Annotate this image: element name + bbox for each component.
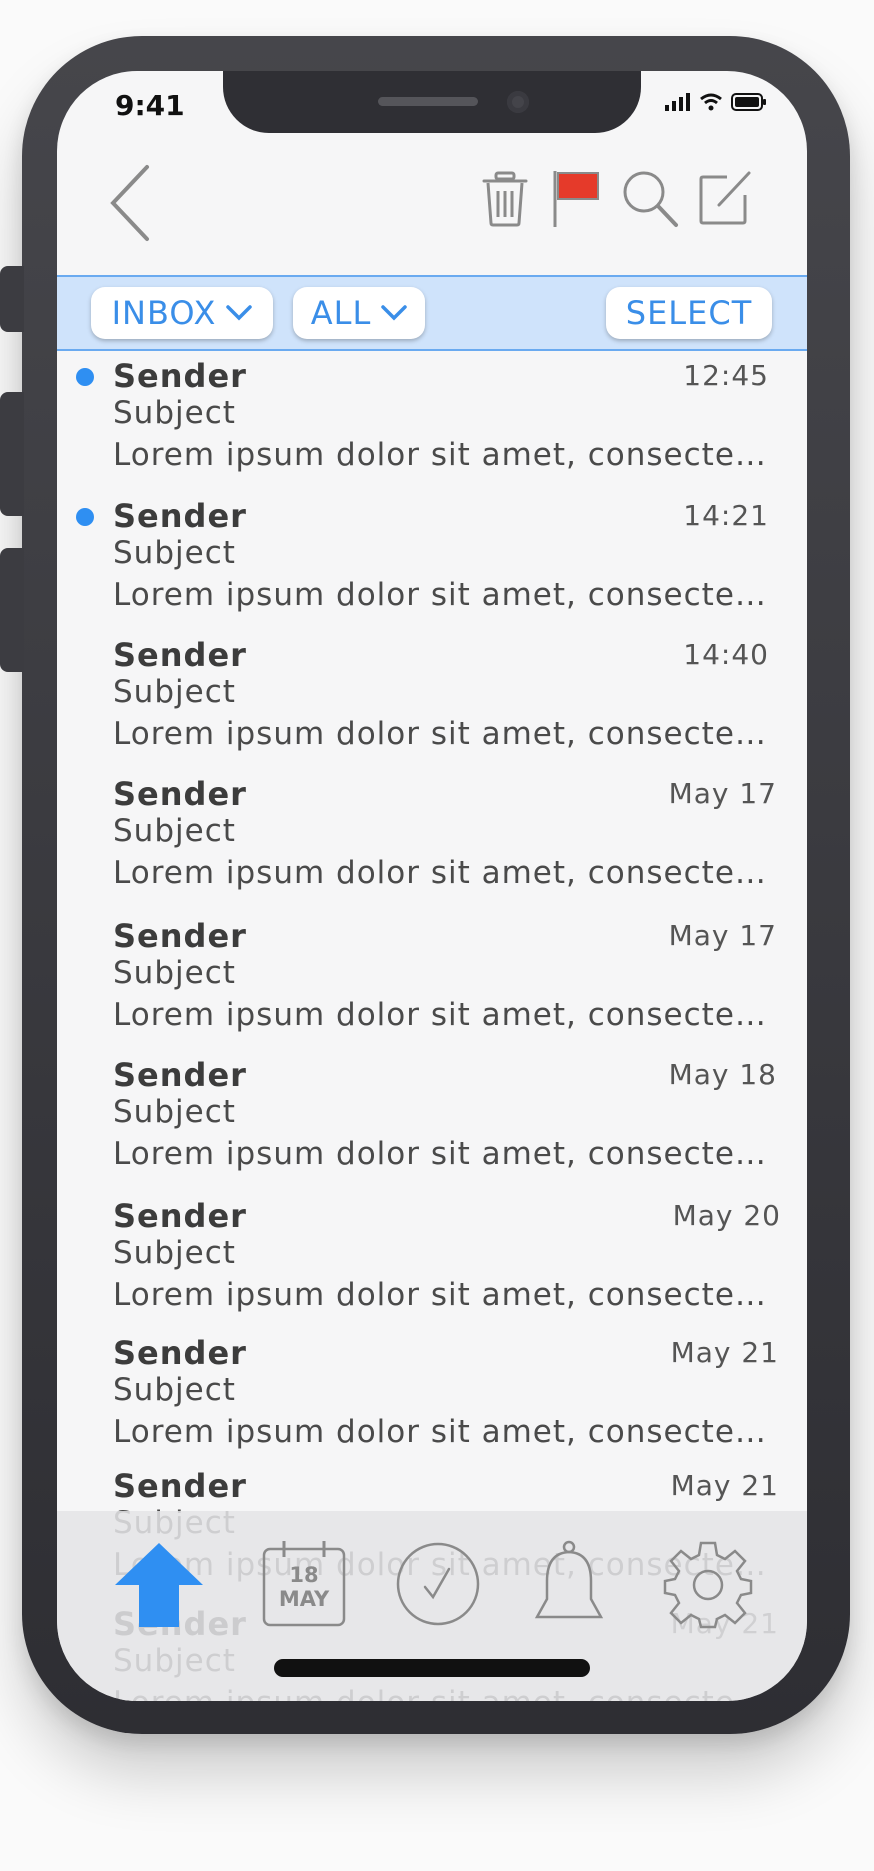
gear-icon[interactable] xyxy=(663,1539,753,1629)
email-time: May 17 xyxy=(668,919,777,952)
email-subject: Subject xyxy=(113,1372,236,1408)
email-subject: Subject xyxy=(113,1235,236,1271)
email-preview: Lorem ipsum dolor sit amet, consectetur xyxy=(113,1277,773,1313)
all-label: ALL xyxy=(310,294,372,332)
select-label: SELECT xyxy=(625,294,753,332)
notch xyxy=(223,71,641,133)
volume-up-button xyxy=(0,392,24,516)
email-subject: Subject xyxy=(113,674,236,710)
email-sender: Sender xyxy=(113,357,247,395)
email-sender: Sender xyxy=(113,775,247,813)
email-row[interactable]: SenderSubject Lorem ipsum dolor sit amet,… xyxy=(57,628,807,767)
email-time: May 17 xyxy=(668,777,777,810)
email-subject: Subject xyxy=(113,813,236,849)
email-sender: Sender xyxy=(113,1334,247,1372)
email-subject: Subject xyxy=(113,955,236,991)
trash-icon[interactable] xyxy=(482,171,528,227)
all-dropdown[interactable]: ALL xyxy=(293,287,425,339)
calendar-icon[interactable]: 18 MAY xyxy=(262,1541,346,1627)
email-row[interactable]: SenderSubject Lorem ipsum dolor sit amet,… xyxy=(57,1326,807,1465)
email-preview: Lorem ipsum dolor sit amet, consectetur xyxy=(113,1136,773,1172)
email-sender: Sender xyxy=(113,1056,247,1094)
email-preview: Lorem ipsum dolor sit amet, consectetur xyxy=(113,1414,773,1450)
email-time: 12:45 xyxy=(683,359,769,392)
home-icon[interactable] xyxy=(113,1541,205,1629)
check-icon[interactable] xyxy=(395,1541,481,1627)
back-icon[interactable] xyxy=(107,163,157,243)
email-sender: Sender xyxy=(113,917,247,955)
volume-down-button xyxy=(0,548,24,672)
calendar-month: MAY xyxy=(278,1587,330,1611)
email-row[interactable]: SenderSubject Lorem ipsum dolor sit amet,… xyxy=(57,909,807,1048)
email-time: May 20 xyxy=(672,1199,781,1232)
inbox-dropdown[interactable]: INBOX xyxy=(91,287,273,339)
unread-dot xyxy=(76,508,94,526)
email-time: 14:21 xyxy=(683,499,769,532)
email-row[interactable]: SenderSubject Lorem ipsum dolor sit amet,… xyxy=(57,349,807,488)
email-row[interactable]: SenderSubject Lorem ipsum dolor sit amet,… xyxy=(57,489,807,628)
bell-icon[interactable] xyxy=(533,1539,605,1627)
email-subject: Subject xyxy=(113,395,236,431)
email-preview: Lorem ipsum dolor sit amet, consectetur xyxy=(113,997,773,1033)
email-subject: Subject xyxy=(113,535,236,571)
email-preview: Lorem ipsum dolor sit amet, consectetur xyxy=(113,855,773,891)
email-sender: Sender xyxy=(113,1467,247,1505)
email-preview: Lorem ipsum dolor sit amet, consectetur xyxy=(113,716,773,752)
screen: 9:41 INBOX ALL SELECT Sender Subject Lor… xyxy=(57,71,807,1701)
email-row[interactable]: SenderSubject Lorem ipsum dolor sit amet,… xyxy=(57,767,807,906)
email-subject: Subject xyxy=(113,1094,236,1130)
select-button[interactable]: SELECT xyxy=(606,287,772,339)
email-sender: Sender xyxy=(113,1197,247,1235)
speaker xyxy=(378,97,478,106)
email-sender: Sender xyxy=(113,636,247,674)
unread-dot xyxy=(76,368,94,386)
chevron-down-icon xyxy=(381,305,408,321)
chevron-down-icon xyxy=(226,305,253,321)
email-time: May 21 xyxy=(670,1469,779,1502)
calendar-day: 18 xyxy=(289,1563,319,1587)
mute-switch xyxy=(0,266,24,332)
email-preview: Lorem ipsum dolor sit amet, consectetur xyxy=(113,437,773,473)
email-time: May 21 xyxy=(670,1336,779,1369)
email-row[interactable]: SenderSubject Lorem ipsum dolor sit amet,… xyxy=(57,1189,807,1328)
camera xyxy=(507,91,529,113)
search-icon[interactable] xyxy=(621,169,679,229)
email-time: 14:40 xyxy=(683,638,769,671)
email-sender: Sender xyxy=(113,497,247,535)
filter-bar: INBOX ALL SELECT xyxy=(57,275,807,351)
flag-icon[interactable] xyxy=(551,169,603,229)
compose-icon[interactable] xyxy=(697,169,753,227)
email-preview: Lorem ipsum dolor sit amet, consectetur xyxy=(113,577,773,613)
inbox-label: INBOX xyxy=(111,294,217,332)
home-indicator[interactable] xyxy=(274,1659,590,1677)
email-time: May 18 xyxy=(668,1058,777,1091)
email-row[interactable]: SenderSubject Lorem ipsum dolor sit amet,… xyxy=(57,1048,807,1187)
